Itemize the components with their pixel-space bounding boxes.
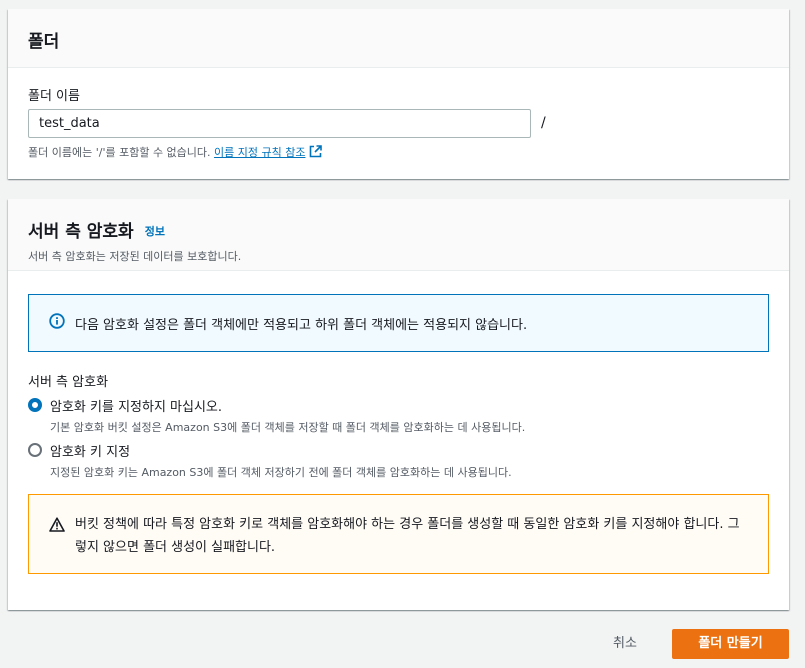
info-link[interactable]: 정보 bbox=[145, 225, 165, 238]
cancel-button[interactable]: 취소 bbox=[598, 628, 652, 660]
folder-name-input[interactable] bbox=[28, 109, 531, 138]
external-link-icon[interactable] bbox=[309, 145, 322, 161]
folder-panel-header: 폴더 bbox=[8, 9, 789, 68]
radio-button-selected[interactable] bbox=[28, 398, 42, 412]
radio-no-key-title: 암호화 키를 지정하지 마십시오. bbox=[50, 400, 223, 415]
encryption-panel: 서버 측 암호화 정보 서버 측 암호화는 저장된 데이터를 보호합니다. 다음… bbox=[8, 199, 789, 610]
encryption-panel-title: 서버 측 암호화 bbox=[28, 222, 134, 242]
radio-specify-key-title: 암호화 키 지정 bbox=[50, 445, 131, 460]
info-alert: 다음 암호화 설정은 폴더 객체에만 적용되고 하위 폴더 객체에는 적용되지 … bbox=[28, 294, 769, 352]
radio-specify-key[interactable]: 암호화 키 지정 지정된 암호화 키는 Amazon S3에 폴더 객체 저장하… bbox=[28, 441, 512, 480]
warning-alert: 버킷 정책에 따라 특정 암호화 키로 객체를 암호화해야 하는 경우 폴더를 … bbox=[28, 494, 769, 574]
radio-no-key-desc: 기본 암호화 버킷 설정은 Amazon S3에 폴더 객체를 저장할 때 폴더… bbox=[50, 421, 526, 434]
encryption-group-label: 서버 측 암호화 bbox=[28, 375, 109, 390]
radio-specify-key-desc: 지정된 암호화 키는 Amazon S3에 폴더 객체 저장하기 전에 폴더 객… bbox=[50, 466, 512, 479]
naming-rules-link[interactable]: 이름 지정 규칙 참조 bbox=[214, 146, 305, 159]
folder-panel: 폴더 폴더 이름 / 폴더 이름에는 '/'를 포함할 수 없습니다. 이름 지… bbox=[8, 9, 789, 179]
info-alert-text: 다음 암호화 설정은 폴더 객체에만 적용되고 하위 폴더 객체에는 적용되지 … bbox=[75, 317, 528, 333]
folder-name-hint-text: 폴더 이름에는 '/'를 포함할 수 없습니다. bbox=[28, 146, 211, 159]
warning-alert-text: 버킷 정책에 따라 특정 암호화 키로 객체를 암호화해야 하는 경우 폴더를 … bbox=[75, 517, 740, 555]
radio-button-unselected[interactable] bbox=[28, 443, 42, 457]
folder-name-label: 폴더 이름 bbox=[28, 89, 80, 104]
encryption-description: 서버 측 암호화는 저장된 데이터를 보호합니다. bbox=[28, 250, 242, 263]
create-folder-button[interactable]: 폴더 만들기 bbox=[672, 629, 789, 659]
folder-name-hint: 폴더 이름에는 '/'를 포함할 수 없습니다. 이름 지정 규칙 참조 bbox=[28, 144, 322, 161]
warning-icon bbox=[49, 517, 65, 540]
folder-panel-title: 폴더 bbox=[28, 32, 60, 52]
radio-no-key[interactable]: 암호화 키를 지정하지 마십시오. 기본 암호화 버킷 설정은 Amazon S… bbox=[28, 396, 525, 435]
encryption-panel-header: 서버 측 암호화 정보 서버 측 암호화는 저장된 데이터를 보호합니다. bbox=[8, 199, 789, 271]
info-icon bbox=[49, 313, 65, 333]
folder-slash: / bbox=[541, 115, 546, 131]
